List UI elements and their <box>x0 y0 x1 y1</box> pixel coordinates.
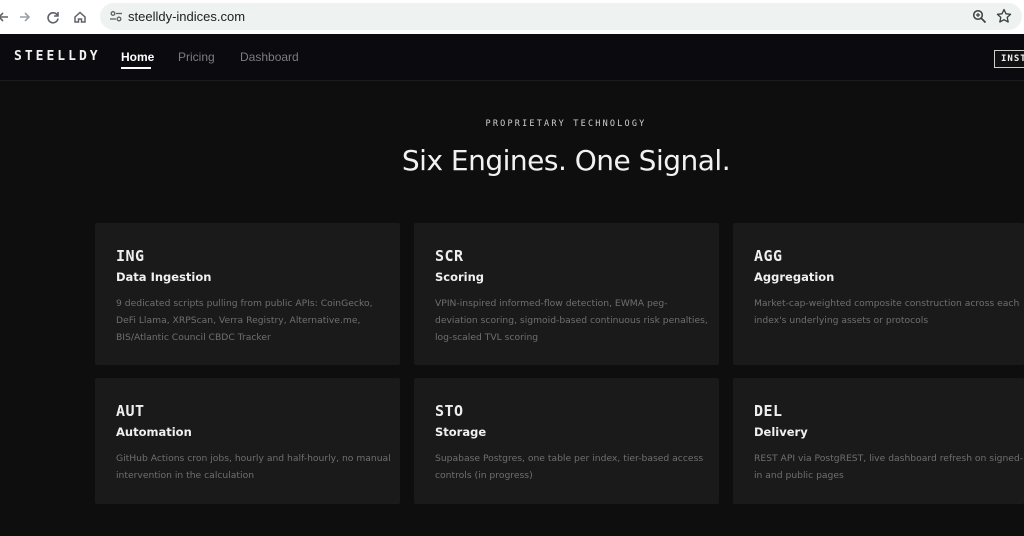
engine-card-delivery: DEL Delivery REST API via PostgREST, liv… <box>733 378 1024 504</box>
card-code: ING <box>116 247 145 265</box>
card-title: Automation <box>116 425 192 439</box>
browser-toolbar: steelldy-indices.com <box>0 0 1024 34</box>
card-title: Scoring <box>435 270 485 284</box>
card-title: Storage <box>435 425 487 439</box>
address-bar[interactable]: steelldy-indices.com <box>100 3 1022 30</box>
card-code: DEL <box>754 402 783 420</box>
engine-card-scoring: SCR Scoring VPIN-inspired informed-flow … <box>414 223 719 365</box>
card-description: 9 dedicated scripts pulling from public … <box>116 298 373 343</box>
nav-active-indicator <box>121 67 151 69</box>
home-icon[interactable] <box>71 8 89 26</box>
card-description: VPIN-inspired informed-flow detection, E… <box>435 298 708 343</box>
install-button[interactable]: INSTALL <box>994 50 1024 68</box>
logo[interactable]: STEELLDY <box>14 49 101 64</box>
nav-pricing[interactable]: Pricing <box>178 50 215 64</box>
nav-home[interactable]: Home <box>121 50 154 64</box>
back-icon[interactable] <box>0 8 12 26</box>
card-title: Data Ingestion <box>116 270 212 284</box>
engine-card-ingestion: ING Data Ingestion 9 dedicated scripts p… <box>95 223 400 365</box>
card-title: Aggregation <box>754 270 835 284</box>
card-description: REST API via PostgREST, live dashboard r… <box>754 453 1024 481</box>
card-code: SCR <box>435 247 464 265</box>
nav-dashboard[interactable]: Dashboard <box>240 50 299 64</box>
card-title: Delivery <box>754 425 808 439</box>
card-code: STO <box>435 402 464 420</box>
forward-icon[interactable] <box>16 8 34 26</box>
card-description: GitHub Actions cron jobs, hourly and hal… <box>116 453 391 481</box>
zoom-icon[interactable] <box>972 9 987 24</box>
section-eyebrow: PROPRIETARY TECHNOLOGY <box>485 119 647 129</box>
card-code: AGG <box>754 247 783 265</box>
star-icon[interactable] <box>996 8 1012 24</box>
site-info-icon[interactable] <box>109 9 123 23</box>
card-code: AUT <box>116 402 145 420</box>
card-description: Supabase Postgres, one table per index, … <box>435 453 704 481</box>
reload-icon[interactable] <box>44 8 62 26</box>
main-content: PROPRIETARY TECHNOLOGY Six Engines. One … <box>0 82 1024 536</box>
engine-card-automation: AUT Automation GitHub Actions cron jobs,… <box>95 378 400 504</box>
site-header: STEELLDY Home Pricing Dashboard INSTALL <box>0 34 1024 81</box>
card-description: Market-cap-weighted composite constructi… <box>754 298 1020 326</box>
section-headline: Six Engines. One Signal. <box>401 144 731 177</box>
engine-card-aggregation: AGG Aggregation Market-cap-weighted comp… <box>733 223 1024 365</box>
engine-card-storage: STO Storage Supabase Postgres, one table… <box>414 378 719 504</box>
url-text[interactable]: steelldy-indices.com <box>128 9 245 24</box>
